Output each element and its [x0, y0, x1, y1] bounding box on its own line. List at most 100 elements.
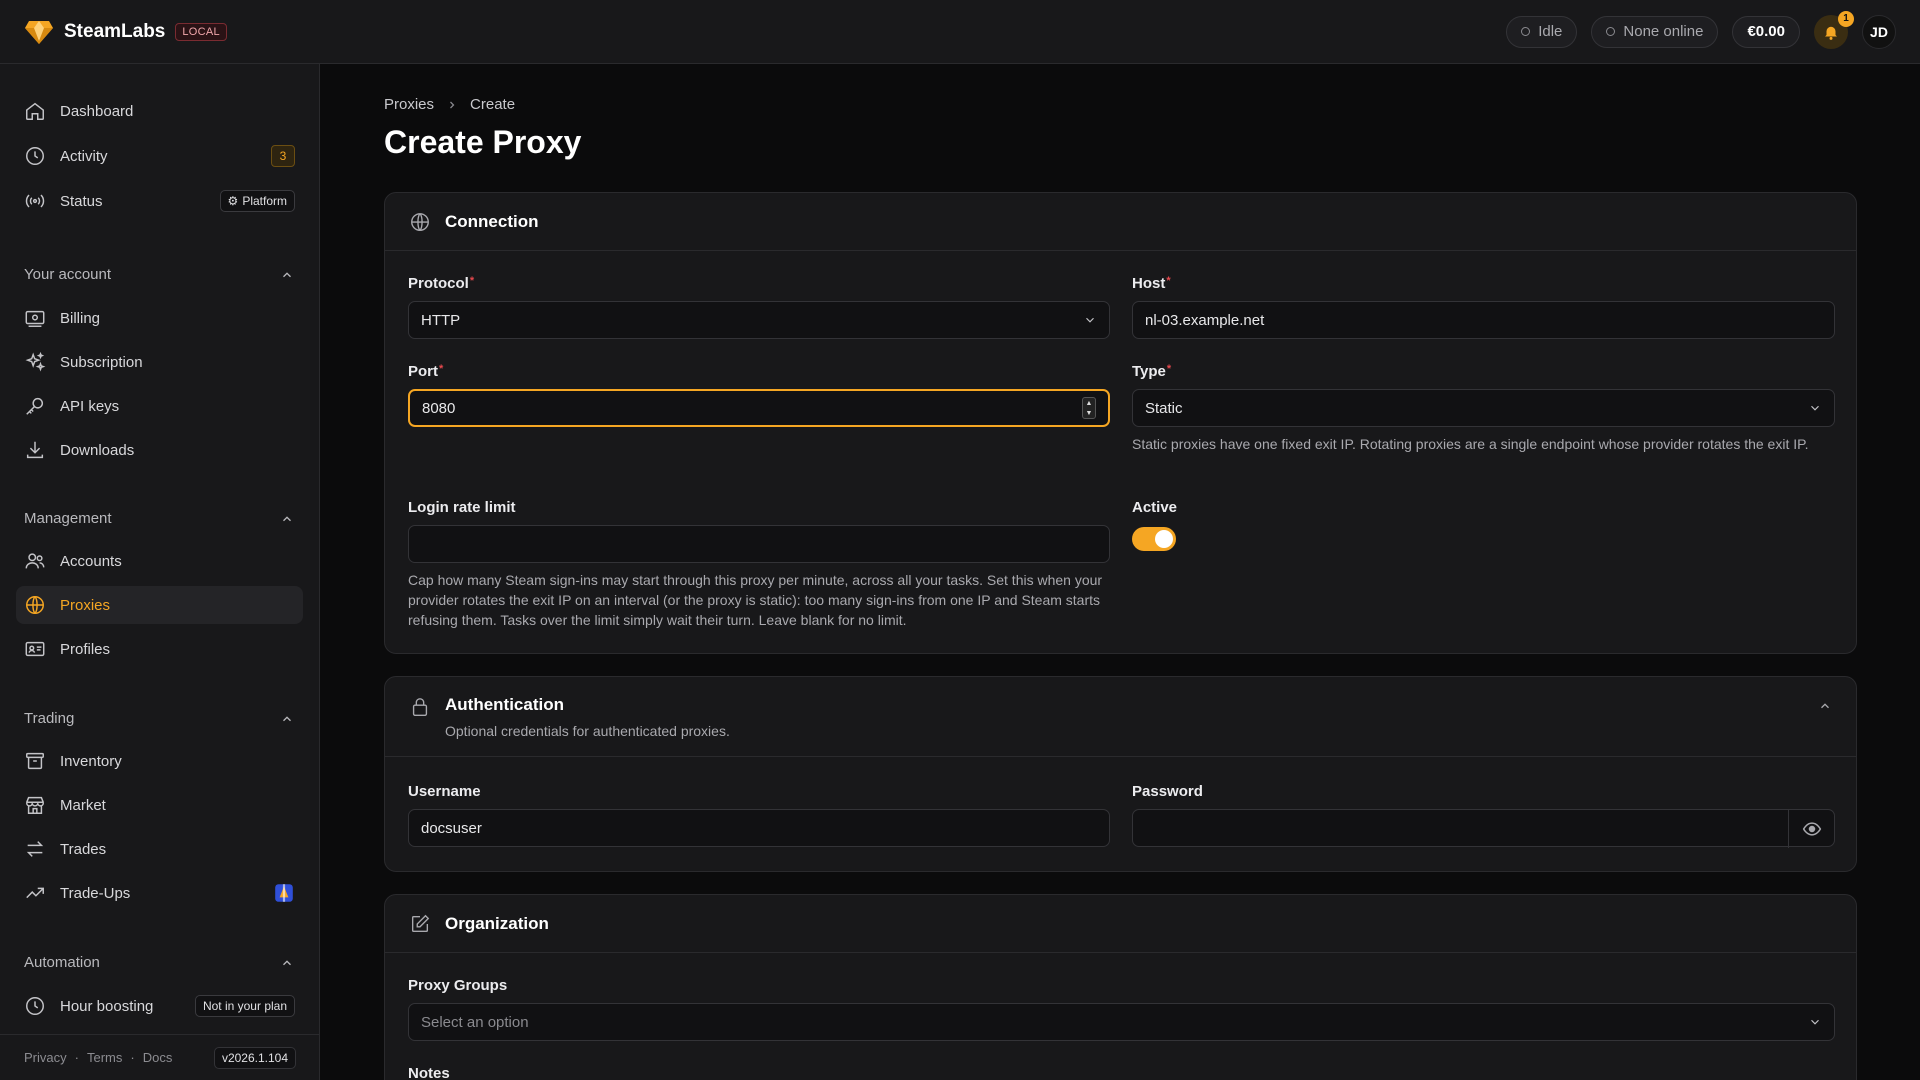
required-mark: *	[1166, 275, 1171, 287]
sidebar-item-accounts[interactable]: Accounts	[16, 542, 303, 580]
user-avatar[interactable]: JD	[1862, 14, 1896, 49]
main-content: Proxies Create Create Proxy Connection P…	[320, 64, 1920, 1080]
online-status-text: None online	[1623, 23, 1704, 40]
notes-label: Notes	[408, 1065, 450, 1080]
protocol-label-text: Protocol	[408, 275, 469, 292]
key-icon	[26, 397, 44, 415]
balance-pill[interactable]: €0.00	[1732, 15, 1800, 48]
env-badge: LOCAL	[175, 22, 227, 41]
top-bar: SteamLabs LOCAL Idle None online €0.00 1…	[0, 0, 1920, 64]
home-icon	[26, 102, 44, 120]
docs-link[interactable]: Docs	[143, 1050, 173, 1065]
section-header-your-account[interactable]: Your account	[24, 266, 294, 283]
authentication-card-subtitle: Optional credentials for authenticated p…	[445, 723, 730, 739]
sidebar-item-downloads[interactable]: Downloads	[16, 431, 303, 469]
organization-card-title: Organization	[445, 913, 549, 933]
proxy-groups-placeholder: Select an option	[421, 1013, 529, 1031]
increment-icon[interactable]: ▲	[1086, 400, 1093, 407]
terms-link[interactable]: Terms	[87, 1050, 122, 1065]
status-dot-icon	[1521, 27, 1531, 36]
edit-icon	[411, 914, 430, 932]
password-input[interactable]	[1132, 809, 1835, 848]
decrement-icon[interactable]: ▼	[1086, 410, 1093, 417]
swap-icon	[26, 841, 44, 857]
section-title: Automation	[24, 954, 100, 971]
gem-logo-icon	[25, 20, 53, 44]
sidebar-item-activity[interactable]: Activity 3	[16, 137, 303, 175]
connection-card-header: Connection	[385, 193, 1856, 251]
type-select[interactable]: Static	[1132, 389, 1835, 427]
sidebar-item-trades[interactable]: Trades	[16, 830, 303, 868]
sidebar-item-label: Profiles	[60, 640, 111, 658]
rate-limit-label: Login rate limit	[408, 499, 516, 516]
section-header-trading[interactable]: Trading	[24, 710, 294, 727]
port-stepper[interactable]: ▲ ▼	[1082, 397, 1096, 419]
breadcrumb-current: Create	[470, 96, 516, 113]
rate-limit-input[interactable]	[408, 525, 1110, 563]
sidebar: Dashboard Activity 3 Status ⚙ Platform Yo…	[0, 64, 320, 1080]
breadcrumb-parent[interactable]: Proxies	[384, 96, 434, 113]
sidebar-item-subscription[interactable]: Subscription	[16, 343, 303, 381]
sidebar-item-billing[interactable]: Billing	[16, 299, 303, 337]
sidebar-item-proxies[interactable]: Proxies	[16, 586, 303, 624]
protocol-select-value: HTTP	[421, 311, 461, 329]
brand[interactable]: SteamLabs LOCAL	[24, 19, 227, 45]
sidebar-item-label: Market	[60, 796, 106, 814]
section-header-automation[interactable]: Automation	[24, 954, 294, 971]
chevron-down-icon	[1811, 405, 1819, 411]
sparkles-icon	[25, 351, 46, 372]
sidebar-item-label: Dashboard	[60, 102, 134, 120]
host-input[interactable]: nl-03.example.net	[1132, 301, 1835, 339]
port-label-text: Port	[408, 363, 438, 380]
sidebar-item-status[interactable]: Status ⚙ Platform	[16, 182, 303, 220]
idle-status-pill[interactable]: Idle	[1506, 15, 1578, 48]
section-title: Management	[24, 510, 112, 527]
chevron-up-icon	[283, 715, 291, 721]
sidebar-item-dashboard[interactable]: Dashboard	[16, 92, 303, 130]
required-mark: *	[1166, 363, 1172, 375]
active-toggle[interactable]	[1132, 527, 1176, 551]
privacy-link[interactable]: Privacy	[24, 1050, 67, 1065]
chevron-up-icon[interactable]	[1818, 699, 1832, 713]
sidebar-item-label: API keys	[60, 397, 120, 415]
globe-icon	[26, 596, 44, 614]
chevron-up-icon	[283, 959, 291, 965]
bell-icon	[1825, 26, 1837, 40]
store-icon	[26, 796, 44, 814]
sidebar-item-label: Hour boosting	[60, 997, 154, 1015]
archive-icon	[26, 752, 44, 770]
sidebar-item-inventory[interactable]: Inventory	[16, 742, 303, 780]
proxy-groups-select[interactable]: Select an option	[408, 1003, 1835, 1041]
section-header-management[interactable]: Management	[24, 510, 294, 527]
host-label-text: Host	[1132, 275, 1166, 292]
organization-card-header: Organization	[385, 895, 1856, 953]
sidebar-item-hour-boosting[interactable]: Hour boosting Not in your plan	[16, 987, 303, 1025]
type-select-value: Static	[1145, 399, 1183, 417]
type-help-text: Static proxies have one fixed exit IP. R…	[1132, 436, 1809, 452]
notifications-button[interactable]: 1	[1814, 10, 1854, 49]
sidebar-item-api-keys[interactable]: API keys	[16, 387, 303, 425]
sidebar-item-market[interactable]: Market	[16, 786, 303, 824]
sidebar-item-label: Inventory	[60, 752, 122, 770]
sidebar-item-label: Trades	[60, 840, 107, 858]
authentication-card-header[interactable]: Authentication Optional credentials for …	[385, 677, 1856, 757]
sidebar-item-label: Status	[60, 192, 103, 210]
trend-up-icon	[26, 887, 44, 899]
sidebar-item-label: Activity	[60, 147, 108, 165]
username-input[interactable]: docsuser	[408, 809, 1110, 847]
online-status-pill[interactable]: None online	[1591, 15, 1719, 48]
chevron-right-icon	[450, 101, 455, 108]
toggle-password-visibility-button[interactable]	[1788, 810, 1834, 848]
sidebar-item-label: Subscription	[60, 353, 143, 371]
chevron-down-icon	[1086, 317, 1094, 323]
protocol-select[interactable]: HTTP	[408, 301, 1110, 339]
page-title: Create Proxy	[384, 124, 582, 160]
breadcrumb: Proxies Create	[384, 96, 515, 113]
sidebar-item-trade-ups[interactable]: Trade-Ups	[16, 874, 303, 912]
port-input[interactable]: 8080 ▲ ▼	[408, 389, 1110, 427]
rate-limit-help-text: Cap how many Steam sign-ins may start th…	[408, 572, 1103, 628]
sidebar-item-label: Trade-Ups	[60, 884, 131, 902]
download-icon	[26, 441, 44, 459]
sidebar-item-profiles[interactable]: Profiles	[16, 630, 303, 668]
authentication-heading: Authentication Optional credentials for …	[445, 695, 730, 739]
